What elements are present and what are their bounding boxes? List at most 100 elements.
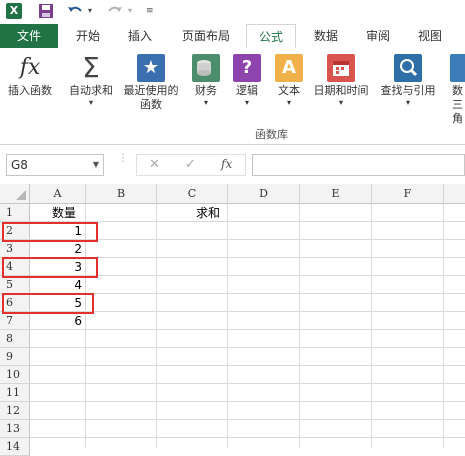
cell-a7[interactable]: 6 [30,312,82,330]
gridline [299,204,300,448]
date-time-button[interactable]: 日期和时间 ▾ [308,52,374,108]
autosum-dropdown-icon: ▾ [88,98,93,107]
column-header-e[interactable]: E [300,184,372,204]
gridline [30,437,465,438]
row-header-7[interactable]: 7 [0,312,30,330]
row-header-11[interactable]: 11 [0,384,30,402]
title-bar: X ▾ ▾ ≡ [0,0,465,24]
name-box-dropdown-icon[interactable]: ▼ [93,155,99,175]
formula-bar-grip-icon: ⋮ [118,153,128,164]
column-header-d[interactable]: D [228,184,300,204]
column-header-g[interactable] [444,184,465,204]
tab-view[interactable]: 视图 [408,24,452,48]
formula-input[interactable] [252,154,465,176]
cell-c1[interactable]: 求和 [196,204,220,222]
autosum-label: 自动求和 [69,84,113,97]
gridline [30,311,465,312]
lookup-dropdown-icon: ▾ [405,98,410,107]
row-header-12[interactable]: 12 [0,402,30,420]
group-label-function-library: 函数库 [255,128,288,141]
gridline [30,329,465,330]
cancel-icon[interactable]: ✕ [149,157,160,172]
tab-review[interactable]: 审阅 [356,24,400,48]
highlight-box-row-2 [2,222,98,242]
text-a-icon: A [275,54,303,82]
lookup-reference-button[interactable]: 查找与引用 ▾ [376,52,440,108]
formula-bar: G8 ▼ ⋮ ✕ ✓ fx [0,148,465,184]
highlight-box-row-6 [2,293,94,314]
text-button[interactable]: A 文本 ▾ [272,52,306,108]
customize-icon[interactable]: ≡ [146,3,156,19]
tab-data[interactable]: 数据 [304,24,348,48]
column-header-b[interactable]: B [86,184,157,204]
confirm-icon[interactable]: ✓ [185,157,196,172]
tab-file[interactable]: 文件 [0,24,58,48]
cell-a1[interactable]: 数量 [52,204,76,222]
name-box[interactable]: G8 ▼ [6,154,104,176]
autosum-button[interactable]: Σ 自动求和 ▾ [64,52,118,108]
name-box-value: G8 [11,158,28,172]
row-header-3[interactable]: 3 [0,240,30,258]
excel-icon[interactable]: X [6,3,22,19]
gridline [30,347,465,348]
row-header-8[interactable]: 8 [0,330,30,348]
gridline [156,204,157,448]
redo-dropdown-icon[interactable]: ▾ [128,3,136,19]
date-time-label: 日期和时间 [313,84,369,97]
math-icon [450,54,465,82]
insert-function-label: 插入函数 [8,84,52,97]
recently-used-button[interactable]: ★ 最近使用的 函数 [120,52,182,112]
financial-button[interactable]: 财务 ▾ [188,52,224,108]
save-icon[interactable] [38,3,54,19]
gridline [371,204,372,448]
question-icon: ? [233,54,261,82]
logical-button[interactable]: ? 逻辑 ▾ [230,52,264,108]
worksheet-grid[interactable]: A B C D E F 1 2 3 4 5 6 7 8 9 10 11 12 1… [0,184,465,456]
search-icon [394,54,422,82]
recently-used-label: 最近使用的 函数 [123,84,179,111]
gridline [227,204,228,448]
row-header-14[interactable]: 14 [0,438,30,456]
sigma-icon: Σ [82,51,100,84]
text-dropdown-icon: ▾ [286,98,291,107]
math-trig-button[interactable]: 数 三角 [442,52,465,126]
tab-page-layout[interactable]: 页面布局 [172,24,240,48]
insert-function-fx-icon[interactable]: fx [221,157,232,171]
star-icon: ★ [137,54,165,82]
date-time-dropdown-icon: ▾ [338,98,343,107]
text-label: 文本 [278,84,300,97]
undo-icon[interactable] [66,3,84,19]
insert-function-button[interactable]: fx 插入函数 [2,52,58,98]
cell-a3[interactable]: 2 [30,240,82,258]
tab-formulas[interactable]: 公式 [246,24,296,48]
financial-dropdown-icon: ▾ [203,98,208,107]
row-header-13[interactable]: 13 [0,420,30,438]
row-header-9[interactable]: 9 [0,348,30,366]
ribbon-formulas: fx 插入函数 Σ 自动求和 ▾ ★ 最近使用的 函数 财务 ▾ ? 逻辑 ▾ … [0,48,465,145]
row-header-10[interactable]: 10 [0,366,30,384]
row-header-1[interactable]: 1 [0,204,30,222]
redo-icon[interactable] [106,3,124,19]
gridline [30,401,465,402]
gridline [443,204,444,448]
column-header-f[interactable]: F [372,184,444,204]
calendar-icon [327,54,355,82]
column-header-a[interactable]: A [30,184,86,204]
math-trig-label: 数 三角 [452,84,463,125]
undo-dropdown-icon[interactable]: ▾ [88,3,96,19]
column-header-c[interactable]: C [157,184,228,204]
logical-dropdown-icon: ▾ [244,98,249,107]
gridline [30,419,465,420]
lookup-reference-label: 查找与引用 [380,84,436,97]
cell-a5[interactable]: 4 [30,276,82,294]
function-icon: fx [19,55,41,80]
gridline [30,293,465,294]
coins-icon [192,54,220,82]
tab-insert[interactable]: 插入 [118,24,162,48]
tab-home[interactable]: 开始 [66,24,110,48]
row-header-5[interactable]: 5 [0,276,30,294]
ribbon-tabs: 文件 开始 插入 页面布局 公式 数据 审阅 视图 [0,24,465,49]
financial-label: 财务 [195,84,217,97]
gridline [30,365,465,366]
select-all-corner[interactable] [0,184,30,204]
